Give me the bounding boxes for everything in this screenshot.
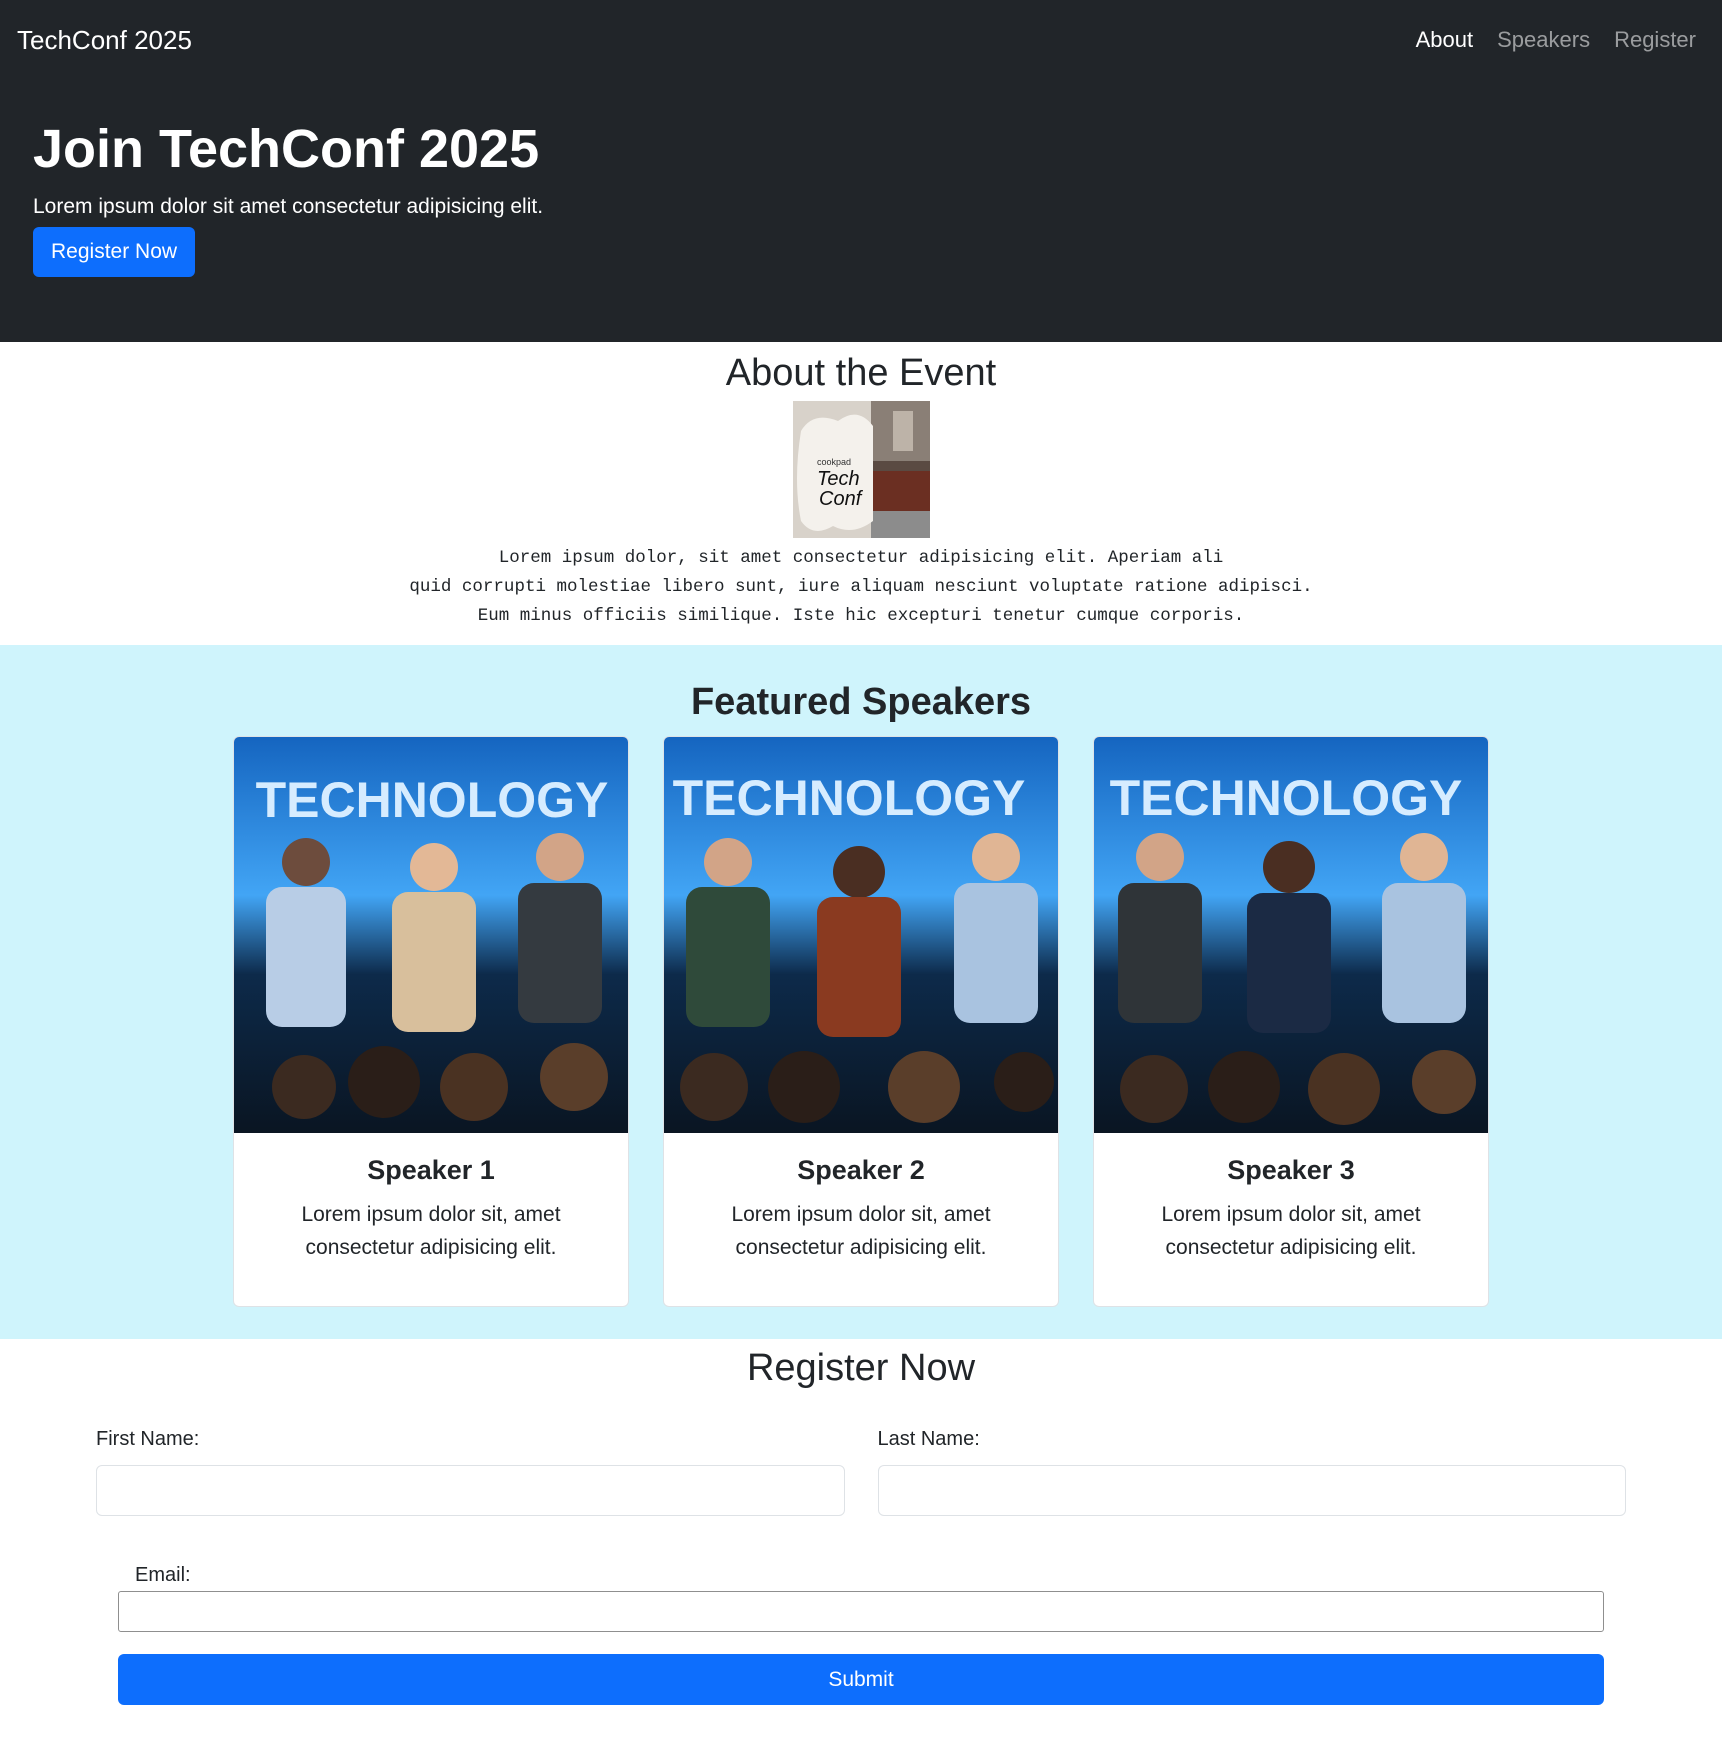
speaker-photo: TECHNOLOGY [664, 737, 1058, 1133]
name-row: First Name: Last Name: [0, 1428, 1722, 1516]
logo-text-cookpad: cookpad [817, 457, 851, 467]
about-section: About the Event cookpad Tech Conf Lorem … [0, 342, 1722, 645]
first-name-field[interactable] [96, 1465, 845, 1516]
speaker-bio: Lorem ipsum dolor sit, amet consectetur … [301, 1203, 561, 1259]
event-logo-image: cookpad Tech Conf [792, 401, 930, 538]
hero: Join TechConf 2025 Lorem ipsum dolor sit… [0, 80, 1722, 278]
navbar: TechConf 2025 About Speakers Register [0, 0, 1722, 80]
email-field[interactable] [118, 1591, 1604, 1632]
registration-form: First Name: Last Name: Email: Submit [0, 1428, 1722, 1705]
speaker-name: Speaker 2 [797, 1155, 925, 1185]
register-section: Register Now First Name: Last Name: Emai… [0, 1339, 1722, 1705]
last-name-group: Last Name: [877, 1428, 1626, 1516]
speakers-heading: Featured Speakers [690, 681, 1032, 723]
last-name-label: Last Name: [877, 1428, 980, 1450]
logo-text-conf: Conf [819, 488, 864, 510]
email-group: Email: Submit [0, 1564, 1722, 1705]
banner-text: TECHNOLOGY [1110, 770, 1463, 826]
last-name-field[interactable] [877, 1465, 1626, 1516]
speakers-section: Featured Speakers TECHNOLOGY Speaker 1 L… [0, 645, 1722, 1339]
nav-link-speakers[interactable]: Speakers [1497, 27, 1590, 53]
register-now-button[interactable]: Register Now [33, 227, 196, 278]
speaker-name: Speaker 1 [367, 1155, 495, 1185]
hero-subtitle: Lorem ipsum dolor sit amet consectetur a… [33, 195, 544, 219]
register-heading: Register Now [746, 1347, 976, 1389]
speaker-bio: Lorem ipsum dolor sit, amet consectetur … [731, 1203, 991, 1259]
nav-links: About Speakers Register [1416, 27, 1705, 53]
email-label: Email: [135, 1564, 191, 1586]
header-section: TechConf 2025 About Speakers Register Jo… [0, 0, 1722, 342]
first-name-label: First Name: [96, 1428, 200, 1450]
logo-text-tech: Tech [817, 468, 860, 490]
speaker-card: TECHNOLOGY Speaker 2 Lorem ipsum dolor s… [663, 736, 1059, 1307]
hero-title: Join TechConf 2025 [33, 119, 540, 179]
submit-button[interactable]: Submit [118, 1654, 1604, 1705]
about-text: Lorem ipsum dolor, sit amet consectetur … [409, 548, 1313, 626]
speaker-card: TECHNOLOGY Speaker 1 Lorem ipsum dolor s… [233, 736, 629, 1307]
speaker-bio: Lorem ipsum dolor sit, amet consectetur … [1161, 1203, 1421, 1259]
first-name-group: First Name: [96, 1428, 845, 1516]
speaker-name: Speaker 3 [1227, 1155, 1355, 1185]
banner-text: TECHNOLOGY [673, 770, 1026, 826]
about-heading: About the Event [725, 352, 997, 394]
banner-text: TECHNOLOGY [256, 772, 609, 828]
speaker-photo: TECHNOLOGY [234, 737, 628, 1133]
speaker-cards: TECHNOLOGY Speaker 1 Lorem ipsum dolor s… [0, 736, 1722, 1307]
speaker-card: TECHNOLOGY Speaker 3 Lorem ipsum dolor s… [1093, 736, 1489, 1307]
brand-link[interactable]: TechConf 2025 [17, 25, 192, 56]
nav-link-register[interactable]: Register [1614, 27, 1696, 53]
speaker-photo: TECHNOLOGY [1094, 737, 1488, 1133]
nav-link-about[interactable]: About [1416, 27, 1474, 53]
